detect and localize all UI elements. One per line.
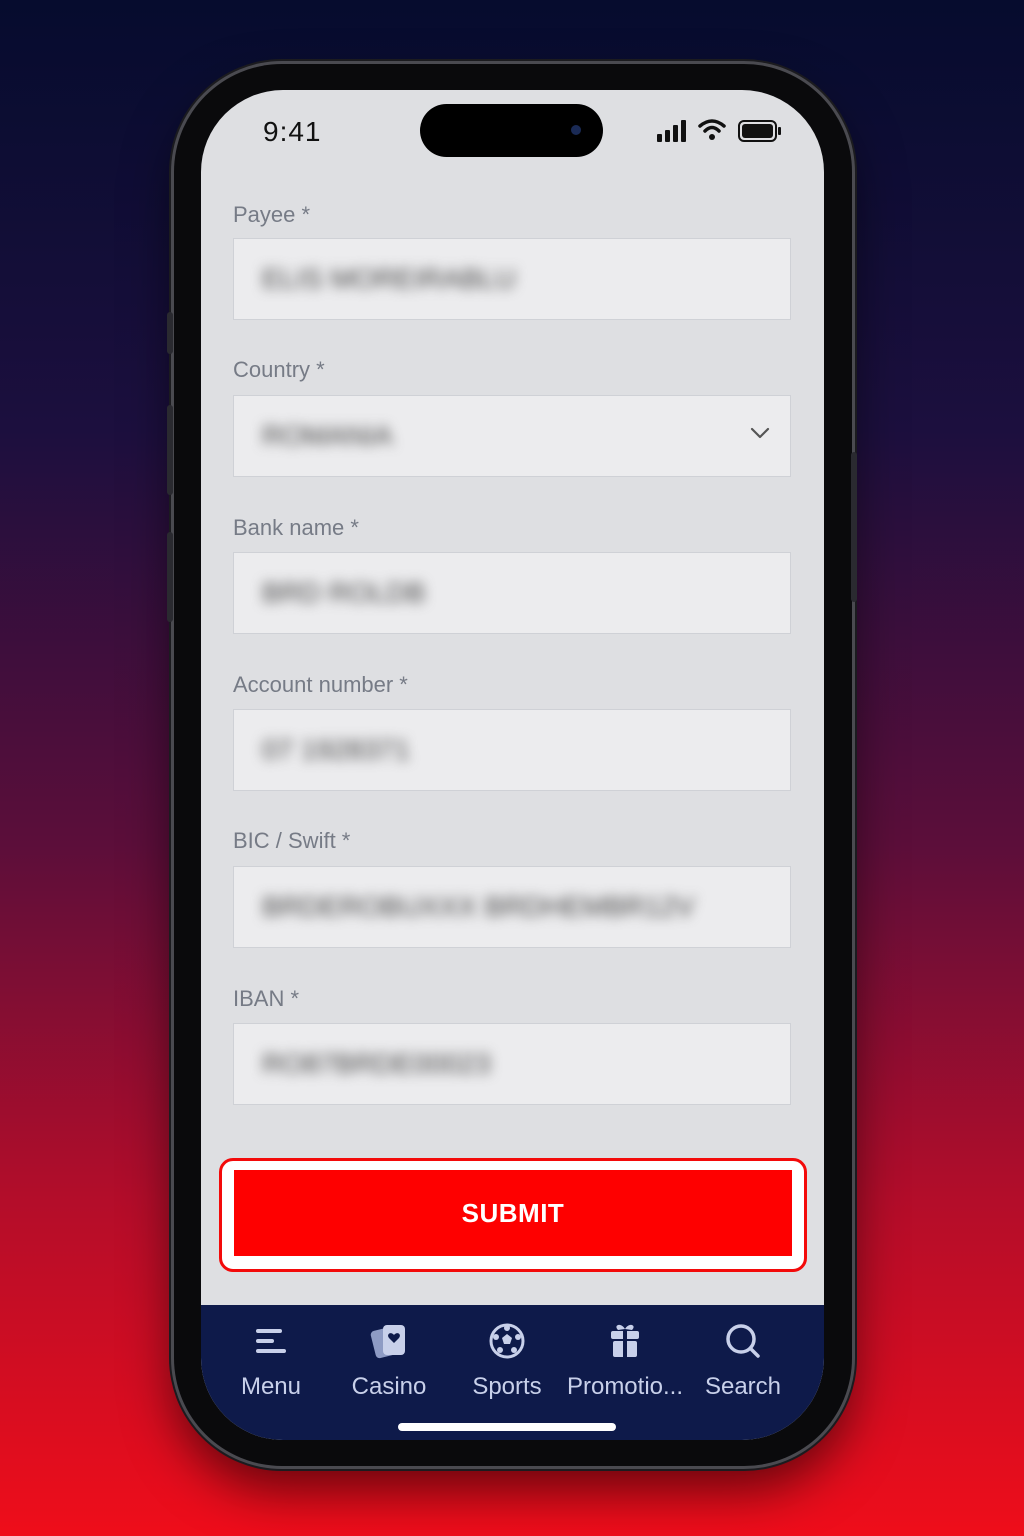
country-value: ROMANIA [262,420,393,451]
dynamic-island [420,104,603,157]
soccer-ball-icon [489,1323,525,1359]
bic-swift-value: BRDEROBUXXX BRDHEMBR12V [262,891,695,922]
camera-dot [571,125,581,135]
status-bar: 9:41 [201,90,824,170]
nav-item-casino[interactable]: Casino [329,1319,449,1401]
bottom-nav: Menu Casino Sports Promotio... Search [201,1305,824,1440]
country-label: Country * [233,357,325,382]
nav-label-search: Search [704,1373,782,1400]
bic-swift-label: BIC / Swift * [233,828,351,853]
nav-label-menu: Menu [240,1373,302,1400]
submit-button[interactable]: SUBMIT [234,1170,792,1256]
power-button [851,452,857,602]
phone-screen: 9:41 Payee * ELIS MOREIRABLU Country * R… [201,90,824,1440]
wifi-icon [698,119,726,140]
country-select[interactable]: ROMANIA [233,395,791,477]
search-icon [726,1324,760,1358]
bank-name-label: Bank name * [233,515,359,540]
iban-input[interactable]: RO87BRDE00023 [233,1023,791,1105]
bank-name-input[interactable]: BRD ROLDB [233,552,791,634]
home-indicator[interactable] [398,1423,616,1431]
bank-name-value: BRD ROLDB [262,577,426,608]
iban-label: IBAN * [233,986,300,1011]
payee-value: ELIS MOREIRABLU [262,263,516,294]
volume-down-button [167,532,173,622]
casino-cards-icon [370,1325,405,1359]
nav-item-search[interactable]: Search [683,1319,803,1401]
nav-label-sports: Sports [472,1373,542,1400]
account-number-label: Account number * [233,672,408,697]
nav-item-sports[interactable]: Sports [447,1319,567,1401]
chevron-down-icon [750,427,770,439]
nav-item-menu[interactable]: Menu [211,1319,331,1401]
status-time: 9:41 [263,116,322,147]
menu-icon [256,1329,286,1353]
nav-label-casino: Casino [351,1373,427,1400]
payee-label: Payee * [233,202,311,227]
volume-up-button [167,405,173,495]
bic-swift-input[interactable]: BRDEROBUXXX BRDHEMBR12V [233,866,791,948]
payee-input[interactable]: ELIS MOREIRABLU [233,238,791,320]
battery-icon [738,120,781,142]
account-number-input[interactable]: 07 1928371 [233,709,791,791]
account-number-value: 07 1928371 [262,734,410,765]
gift-icon [611,1324,639,1357]
cellular-signal-icon [657,120,686,142]
iban-value: RO87BRDE00023 [262,1048,491,1079]
nav-item-promotions[interactable]: Promotio... [565,1319,685,1401]
mute-switch [167,312,173,354]
nav-label-promotions: Promotio... [566,1373,684,1400]
